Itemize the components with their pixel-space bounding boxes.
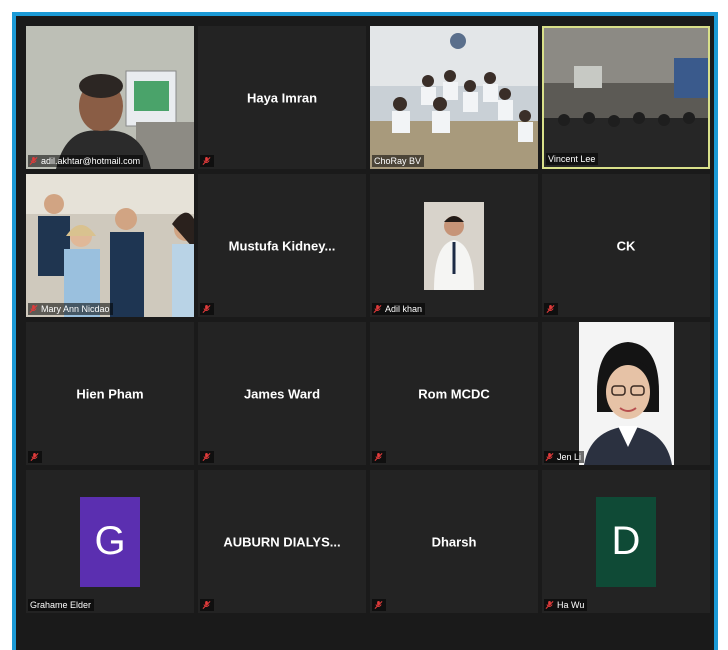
video-tile-vincent-lee[interactable]: Vincent Lee — [542, 26, 710, 169]
participant-label — [200, 303, 214, 315]
participant-label: Grahame Elder — [28, 599, 95, 611]
participant-name: Haya Imran — [246, 90, 318, 105]
avatar: G — [80, 496, 140, 587]
participant-label — [372, 451, 386, 463]
participant-video — [26, 174, 194, 317]
participant-label — [200, 451, 214, 463]
participant-video — [26, 26, 194, 169]
participant-name: Jen Li — [557, 452, 582, 462]
participant-name: adil.akhtar@hotmail.com — [41, 156, 141, 166]
mic-muted-icon — [545, 600, 554, 609]
participant-label: Ha Wu — [544, 599, 588, 611]
participant-name: James Ward — [243, 386, 321, 401]
participant-name: Mary Ann Nicdao — [41, 304, 110, 314]
participant-label: Mary Ann Nicdao — [28, 303, 113, 315]
participant-tile-mustufa-kidney[interactable]: Mustufa Kidney... — [198, 174, 366, 317]
participant-label: adil.akhtar@hotmail.com — [28, 155, 144, 167]
participant-tile-rom-mcdc[interactable]: Rom MCDC — [370, 322, 538, 465]
participant-label — [200, 599, 214, 611]
mic-muted-icon — [374, 600, 383, 609]
participant-video — [370, 26, 538, 169]
video-tile-jen-li[interactable]: Jen Li — [542, 322, 710, 465]
participant-label — [544, 303, 558, 315]
participant-tile-hien-pham[interactable]: Hien Pham — [26, 322, 194, 465]
mic-muted-icon — [373, 304, 382, 313]
participant-label — [28, 451, 42, 463]
participant-tile-grahame-elder[interactable]: G Grahame Elder — [26, 470, 194, 613]
mic-muted-icon — [29, 304, 38, 313]
participant-label: Jen Li — [544, 451, 585, 463]
video-tile-adil-khan[interactable]: Adil khan — [370, 174, 538, 317]
participant-name: Grahame Elder — [30, 600, 92, 610]
participant-tile-james-ward[interactable]: James Ward — [198, 322, 366, 465]
meeting-gallery-view: adil.akhtar@hotmail.com Haya Imran ChoRa… — [12, 12, 718, 650]
participant-name: Rom MCDC — [418, 386, 490, 401]
participant-name: Vincent Lee — [548, 154, 596, 164]
participant-label: ChoRay BV — [372, 155, 425, 167]
mic-muted-icon — [29, 156, 38, 165]
avatar: D — [596, 496, 656, 587]
mic-muted-icon — [202, 600, 211, 609]
participant-name: Hien Pham — [76, 386, 144, 401]
video-tile-adil-akhtar[interactable]: adil.akhtar@hotmail.com — [26, 26, 194, 169]
participant-name: AUBURN DIALYS... — [223, 534, 341, 549]
participant-name: Ha Wu — [557, 600, 585, 610]
participant-label: Vincent Lee — [546, 153, 599, 165]
mic-muted-icon — [545, 452, 554, 461]
video-tile-choray-bv[interactable]: ChoRay BV — [370, 26, 538, 169]
mic-muted-icon — [546, 304, 555, 313]
participant-tile-ck[interactable]: CK — [542, 174, 710, 317]
participant-video — [544, 28, 708, 167]
mic-muted-icon — [202, 452, 211, 461]
mic-muted-icon — [374, 452, 383, 461]
mic-muted-icon — [202, 304, 211, 313]
participant-label: Adil khan — [372, 303, 426, 315]
participant-tile-dharsh[interactable]: Dharsh — [370, 470, 538, 613]
participant-name: CK — [616, 238, 636, 253]
participant-name: Mustufa Kidney... — [228, 238, 336, 253]
mic-muted-icon — [30, 452, 39, 461]
participant-label — [372, 599, 386, 611]
participant-tile-auburn-dialysis[interactable]: AUBURN DIALYS... — [198, 470, 366, 613]
participant-name: Dharsh — [431, 534, 477, 549]
participant-video — [542, 322, 710, 465]
participant-tile-haya-imran[interactable]: Haya Imran — [198, 26, 366, 169]
video-tile-mary-ann-nicdao[interactable]: Mary Ann Nicdao — [26, 174, 194, 317]
participant-name: ChoRay BV — [374, 156, 422, 166]
participant-tile-ha-wu[interactable]: D Ha Wu — [542, 470, 710, 613]
mic-muted-icon — [202, 156, 211, 165]
participant-label — [200, 155, 214, 167]
participant-name: Adil khan — [385, 304, 423, 314]
participant-video — [370, 174, 538, 317]
